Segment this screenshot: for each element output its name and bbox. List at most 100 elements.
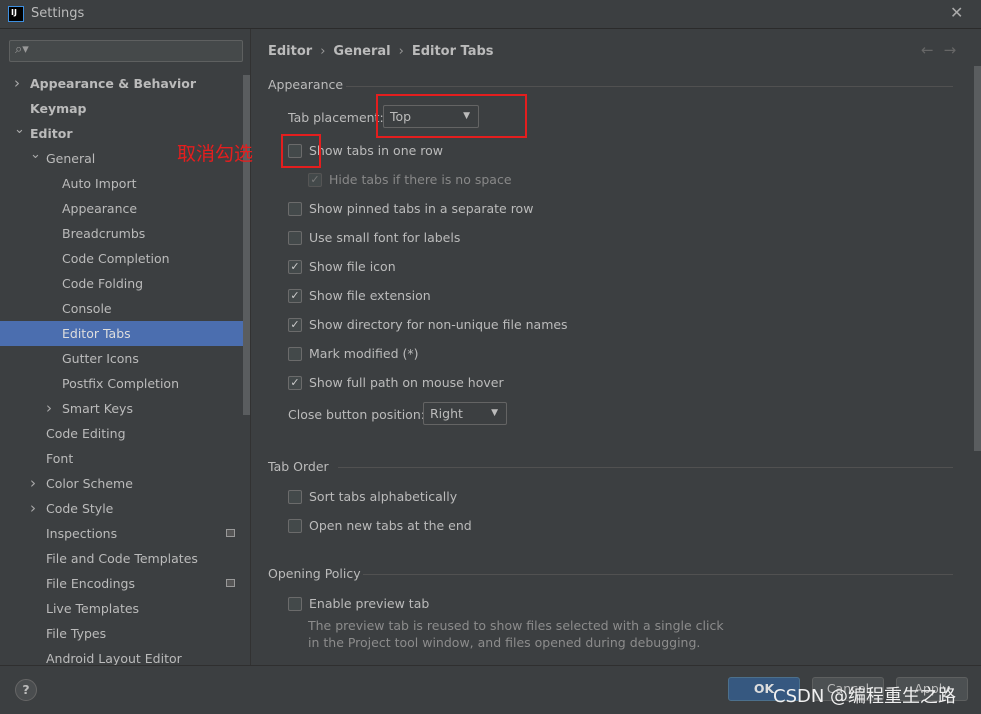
content-scrollbar[interactable] [974,66,981,451]
checkbox-row[interactable]: ✓ Show file icon [288,259,396,274]
checkbox-row[interactable]: ✓ Show full path on mouse hover [288,375,504,390]
checkbox-label: Show directory for non-unique file names [309,317,568,332]
checkbox-checked-icon[interactable]: ✓ [288,375,302,390]
divider [363,574,953,575]
chevron-right-icon[interactable]: › [30,471,36,496]
search-icon: ⌕▾ [15,42,29,57]
chevron-right-icon: › [398,44,404,59]
checkbox-checked-icon[interactable]: ✓ [308,172,322,187]
sidebar-item-label: Auto Import [62,176,137,191]
checkbox-enable-preview-tab[interactable]: Enable preview tab [288,596,429,611]
sidebar-item-label: Appearance & Behavior [30,76,196,91]
dropdown-arrow-icon: ▼ [491,408,498,418]
sidebar-item-label: File and Code Templates [46,551,198,566]
sidebar-item[interactable]: › Smart Keys [0,396,243,421]
preview-description: The preview tab is reused to show files … [308,618,724,633]
project-scope-icon [226,579,235,587]
checkbox-row[interactable]: Use small font for labels [288,230,460,245]
sidebar-item-label: File Encodings [46,576,136,591]
checkbox-label: Show pinned tabs in a separate row [309,201,534,216]
divider [346,86,953,87]
checkbox-row[interactable]: Sort tabs alphabetically [288,489,457,504]
checkbox-checked-icon[interactable]: ✓ [288,259,302,274]
sidebar-item-label: Color Scheme [46,476,133,491]
section-appearance: Appearance [268,77,344,92]
checkbox-row[interactable]: ✓ Show directory for non-unique file name… [288,317,568,332]
sidebar-item-label: Keymap [30,101,87,116]
checkbox-row[interactable]: ✓ Show file extension [288,288,431,303]
close-icon[interactable]: ✕ [950,3,963,22]
section-opening-policy: Opening Policy [268,566,361,581]
forward-arrow-icon[interactable]: → [944,41,967,59]
checkbox-row[interactable]: Open new tabs at the end [288,518,472,533]
checkbox-icon[interactable] [288,230,302,245]
checkbox-icon[interactable] [288,489,302,504]
checkbox-checked-icon[interactable]: ✓ [288,317,302,332]
search-input[interactable]: ⌕▾ [9,40,243,62]
checkbox-icon[interactable] [288,518,302,533]
sidebar-item[interactable]: › Code Style [0,496,243,521]
sidebar-item[interactable]: Postfix Completion [0,371,243,396]
sidebar-item[interactable]: Console [0,296,243,321]
window-title: Settings [31,6,85,21]
sidebar-item[interactable]: Code Completion [0,246,243,271]
breadcrumb-item: Editor Tabs [411,44,494,59]
sidebar-item[interactable]: Editor Tabs [0,321,243,346]
preview-description: in the Project tool window, and files op… [308,635,701,650]
chevron-down-icon[interactable]: ⌄ [14,117,25,142]
close-button-dropdown[interactable]: Right ▼ [423,402,507,425]
breadcrumb-item[interactable]: Editor [268,44,312,59]
checkbox-label: Show file extension [309,288,431,303]
sidebar-item[interactable]: Auto Import [0,171,243,196]
checkbox-row[interactable]: Mark modified (*) [288,346,419,361]
checkbox-row[interactable]: Show pinned tabs in a separate row [288,201,533,216]
checkbox-label: Open new tabs at the end [309,518,472,533]
sidebar-item[interactable]: Keymap [0,96,243,121]
sidebar-item[interactable]: Gutter Icons [0,346,243,371]
sidebar-item-label: File Types [46,626,107,641]
chevron-down-icon[interactable]: ⌄ [30,142,41,167]
sidebar-item[interactable]: Code Editing [0,421,243,446]
checkbox-label: Show full path on mouse hover [309,375,504,390]
tab-placement-label: Tab placement: [288,110,384,125]
checkbox-icon[interactable] [288,346,302,361]
project-scope-icon [226,529,235,537]
sidebar-item[interactable]: Appearance [0,196,243,221]
sidebar-item[interactable]: File and Code Templates [0,546,243,571]
sidebar-item-label: Live Templates [46,601,140,616]
sidebar-item[interactable]: › Color Scheme [0,471,243,496]
title-bar: IJ Settings ✕ [0,0,981,29]
sidebar-item[interactable]: › Appearance & Behavior [0,71,243,96]
close-button-label: Close button position: [288,407,425,422]
chevron-right-icon[interactable]: › [14,71,20,96]
sidebar-item[interactable]: Code Folding [0,271,243,296]
nav-arrows: ←→ [921,41,966,59]
back-arrow-icon[interactable]: ← [921,41,944,59]
sidebar-item-label: Font [46,451,74,466]
sidebar-item-label: Inspections [46,526,118,541]
help-button[interactable]: ? [15,679,37,701]
sidebar-item[interactable]: Live Templates [0,596,243,621]
sidebar-item[interactable]: Font [0,446,243,471]
checkbox-icon[interactable] [288,596,302,611]
checkbox-row[interactable]: ✓ Hide tabs if there is no space [308,172,512,187]
sidebar-item-label: Console [62,301,112,316]
watermark: CSDN @编程重生之路 [773,686,957,707]
sidebar-item[interactable]: File Types [0,621,243,646]
checkbox-label: Mark modified (*) [309,346,419,361]
sidebar-item-label: Code Editing [46,426,126,441]
checkbox-icon[interactable] [288,201,302,216]
sidebar-item[interactable]: File Encodings [0,571,243,596]
breadcrumb-item[interactable]: General [333,44,390,59]
sidebar-scrollbar[interactable] [243,75,250,415]
checkbox-checked-icon[interactable]: ✓ [288,288,302,303]
sidebar-item-label: Gutter Icons [62,351,139,366]
sidebar-item-label: Code Style [46,501,114,516]
chevron-right-icon[interactable]: › [30,496,36,521]
sidebar-item[interactable]: Breadcrumbs [0,221,243,246]
close-button-value: Right [430,406,463,421]
chevron-right-icon[interactable]: › [46,396,52,421]
sidebar-item[interactable]: Inspections [0,521,243,546]
sidebar-item-label: Code Completion [62,251,170,266]
sidebar-item-label: Editor Tabs [62,326,131,341]
